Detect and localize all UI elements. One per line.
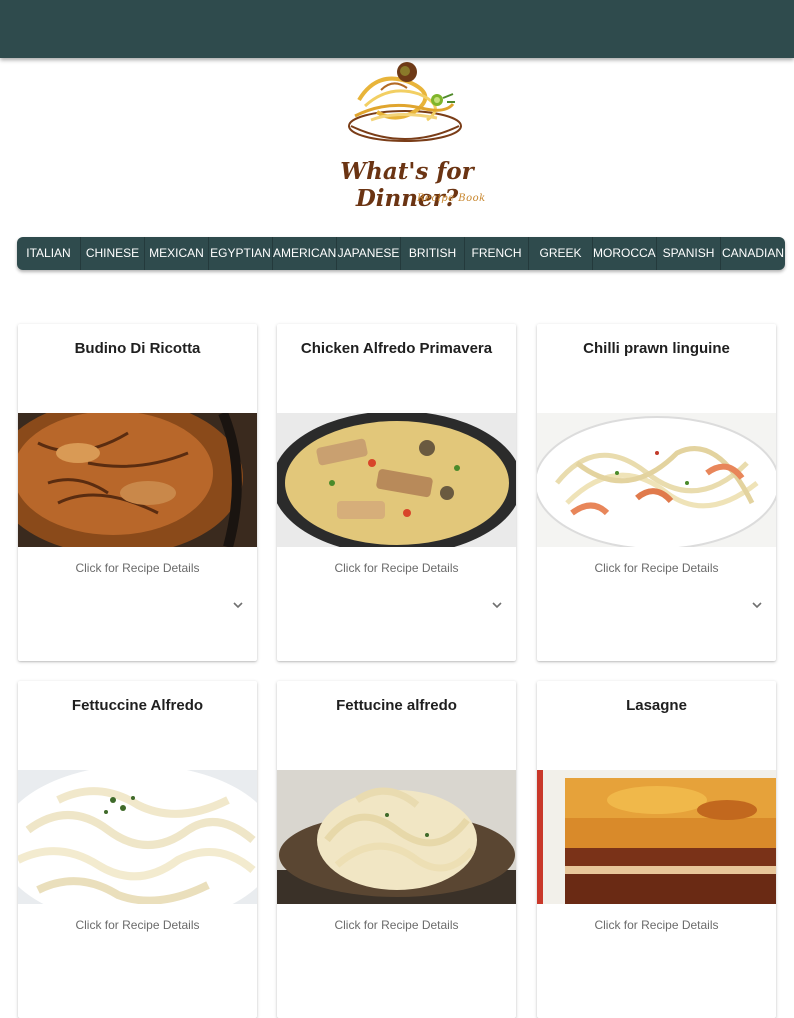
recipe-image[interactable] [537,770,776,904]
chevron-down-icon[interactable] [751,600,763,610]
recipe-image[interactable] [18,770,257,904]
recipe-image[interactable] [537,413,776,547]
recipe-image[interactable] [18,413,257,547]
nav-item-chinese[interactable]: CHINESE [81,237,145,270]
recipe-title: Budino Di Ricotta [74,340,201,357]
recipe-details-link[interactable]: Click for Recipe Details [277,561,516,575]
site-logo[interactable]: What's for Dinner? Recipe Book [297,60,517,212]
chevron-down-icon[interactable] [491,600,503,610]
recipe-card[interactable]: Chilli prawn linguine Click for Recipe D… [537,324,776,661]
recipe-image[interactable] [277,770,516,904]
nav-item-mexican[interactable]: MEXICAN [145,237,209,270]
recipe-card[interactable]: Lasagne Click for Recipe Details [537,681,776,1018]
recipe-image[interactable] [277,413,516,547]
nav-item-greek[interactable]: GREEK [529,237,593,270]
recipe-title: Fettucine alfredo [336,697,457,714]
nav-item-moroccan[interactable]: MOROCCAN [593,237,657,270]
nav-item-british[interactable]: BRITISH [401,237,465,270]
recipe-title: Chicken Alfredo Primavera [300,340,493,357]
pasta-bowl-icon [348,62,462,142]
recipe-card[interactable]: Budino Di Ricotta Click for Recipe Detai… [18,324,257,661]
recipe-title: Fettuccine Alfredo [71,697,204,714]
recipe-card[interactable]: Fettucine alfredo Click for Recipe Detai… [277,681,516,1018]
nav-item-egyptian[interactable]: EGYPTIAN [209,237,273,270]
recipe-title: Lasagne [626,697,687,714]
nav-item-japanese[interactable]: JAPANESE [337,237,401,270]
cuisine-nav: ITALIAN CHINESE MEXICAN EGYPTIAN AMERICA… [17,237,785,270]
nav-item-canadian[interactable]: CANADIAN [721,237,785,270]
top-app-bar [0,0,794,58]
recipe-title: Chilli prawn linguine [583,340,730,357]
recipe-card[interactable]: Fettuccine Alfredo Click for Recipe Deta… [18,681,257,1018]
recipe-details-link[interactable]: Click for Recipe Details [18,561,257,575]
recipe-card[interactable]: Chicken Alfredo Primavera Click for Reci… [277,324,516,661]
nav-item-italian[interactable]: ITALIAN [17,237,81,270]
logo-subtitle: Recipe Book [417,193,486,204]
nav-item-american[interactable]: AMERICAN [273,237,337,270]
nav-item-spanish[interactable]: SPANISH [657,237,721,270]
nav-item-french[interactable]: FRENCH [465,237,529,270]
recipe-details-link[interactable]: Click for Recipe Details [18,918,257,932]
recipe-details-link[interactable]: Click for Recipe Details [537,918,776,932]
chevron-down-icon[interactable] [232,600,244,610]
recipe-details-link[interactable]: Click for Recipe Details [537,561,776,575]
recipe-details-link[interactable]: Click for Recipe Details [277,918,516,932]
